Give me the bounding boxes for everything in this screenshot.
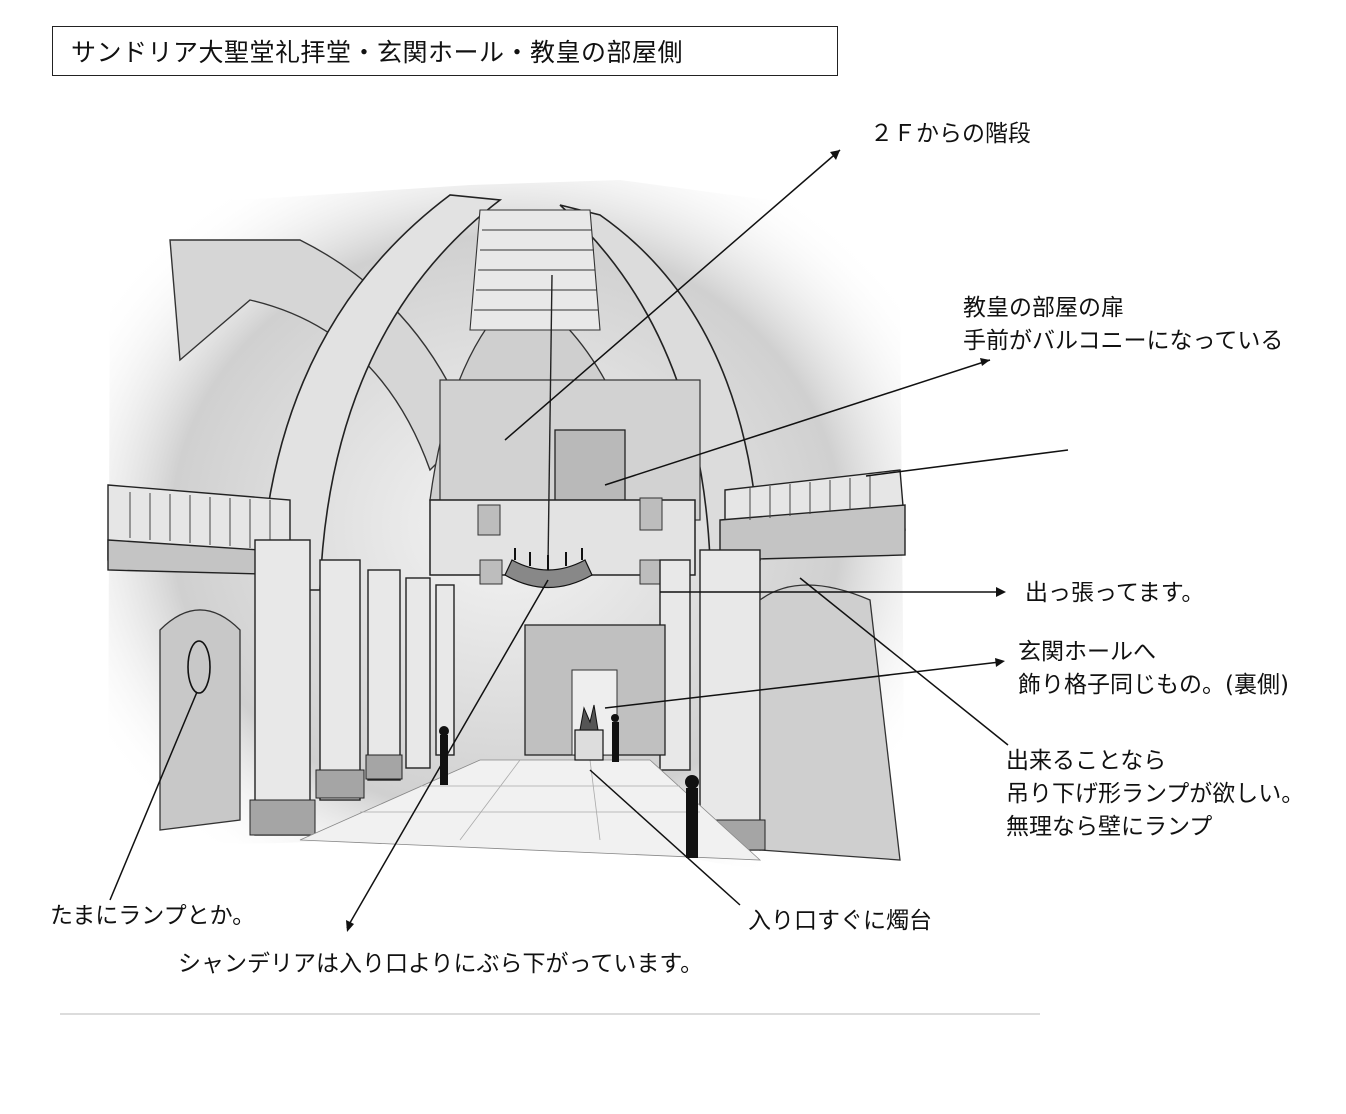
staircase <box>469 209 601 331</box>
left-niche <box>159 609 241 831</box>
label-lamp-line1: 出来ることなら <box>1006 748 1167 774</box>
label-lamp-line2: 吊り下げ形ランプが欲しい。 <box>1006 781 1305 807</box>
label-lamp-line3: 無理なら壁にランプ <box>1006 814 1213 840</box>
label-hall-line1: 玄関ホールへ <box>1018 639 1156 665</box>
label-chandelier: シャンデリアは入り口よりにぶら下がっています。 <box>178 951 704 977</box>
label-stairs: ２Ｆからの階段 <box>870 121 1031 147</box>
label-hall-line2: 飾り格子同じもの。(裏側) <box>1018 672 1289 698</box>
label-pope-door-line2: 手前がバルコニーになっている <box>963 328 1284 354</box>
label-lamp: 出来ることなら 吊り下げ形ランプが欲しい。 無理なら壁にランプ <box>1006 745 1304 844</box>
label-pope-door: 教皇の部屋の扉 手前がバルコニーになっている <box>963 292 1283 358</box>
cathedral-sketch <box>60 149 1069 1015</box>
label-protrude: 出っ張ってます。 <box>1025 580 1205 606</box>
label-pope-door-line1: 教皇の部屋の扉 <box>963 295 1124 321</box>
label-hall: 玄関ホールへ 飾り格子同じもの。(裏側) <box>1018 636 1289 702</box>
label-wall-lamp: たまにランプとか。 <box>50 903 256 929</box>
candle-stand-icon <box>574 729 604 761</box>
label-candle: 入り口すぐに燭台 <box>748 908 932 934</box>
